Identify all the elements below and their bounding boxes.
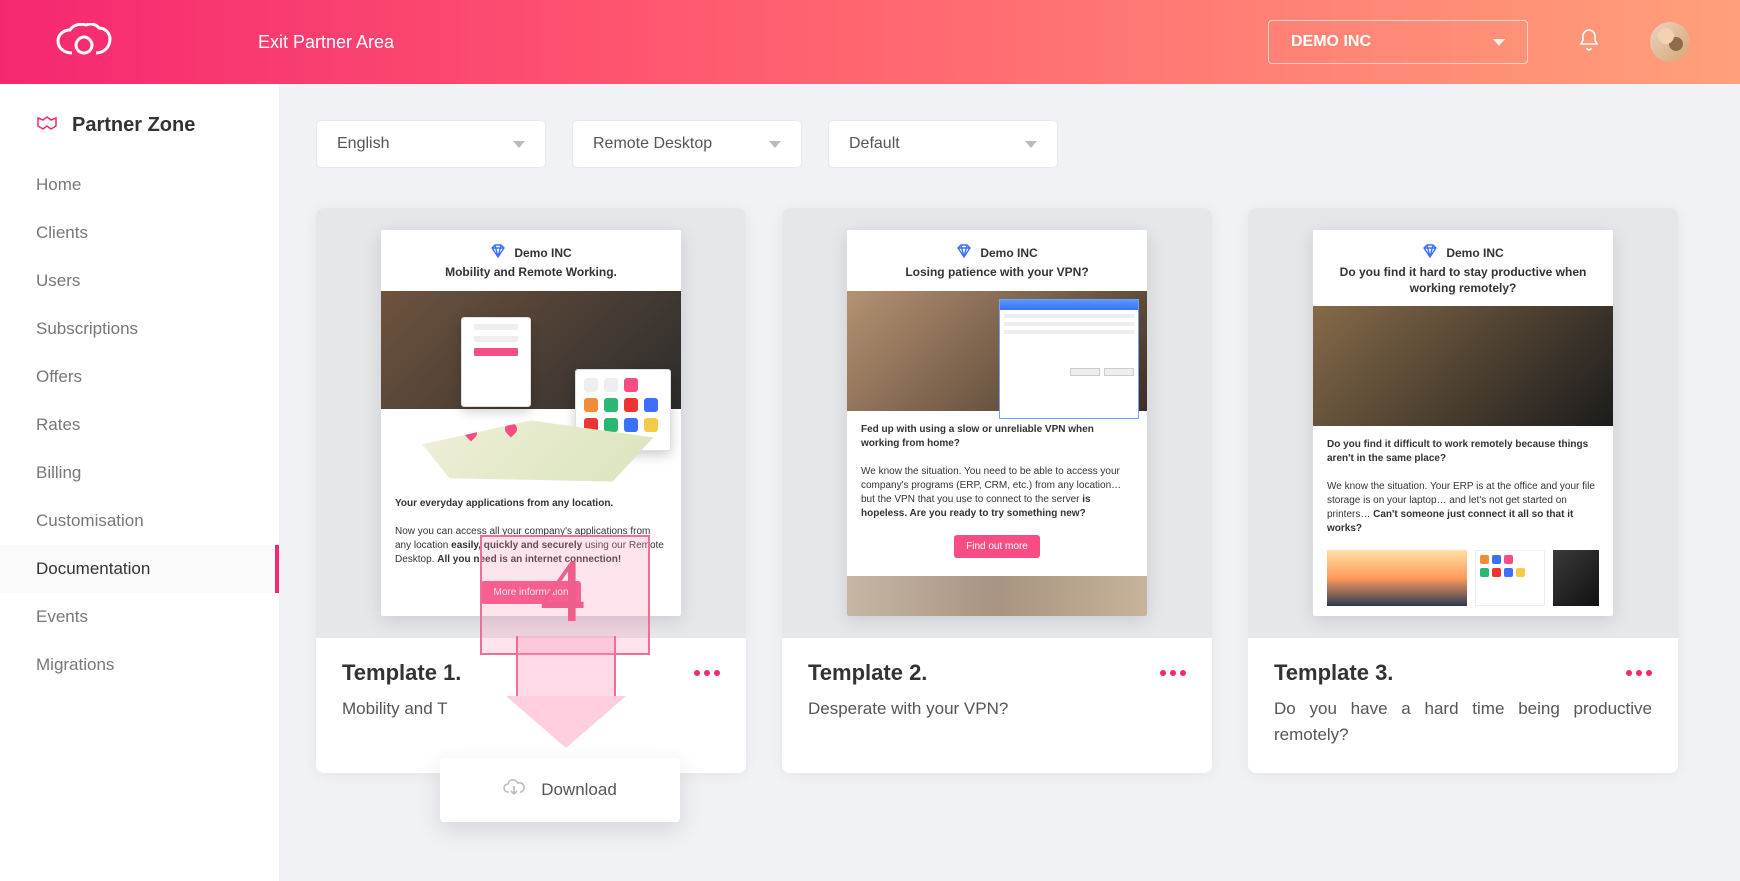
preview-headline: Mobility and Remote Working. — [429, 265, 633, 283]
filter-row: English Remote Desktop Default — [316, 120, 1704, 168]
diamond-icon — [490, 244, 506, 261]
preview-headline: Do you find it hard to stay productive w… — [1323, 265, 1603, 298]
product-dropdown-label: Remote Desktop — [593, 135, 712, 153]
sidebar-title-label: Partner Zone — [72, 114, 195, 137]
card-subtitle: Desperate with your VPN? — [808, 696, 1186, 722]
account-selector[interactable]: DEMO INC — [1268, 20, 1528, 64]
language-dropdown[interactable]: English — [316, 120, 546, 168]
preview-brand: Demo INC — [1446, 246, 1503, 260]
sidebar-item-home[interactable]: Home — [0, 161, 279, 209]
annotation-arrow-icon — [516, 636, 626, 748]
handshake-icon — [36, 114, 58, 137]
chevron-down-icon — [1025, 141, 1037, 148]
sidebar-title: Partner Zone — [0, 114, 279, 161]
sidebar-item-migrations[interactable]: Migrations — [0, 641, 279, 689]
chevron-down-icon — [513, 141, 525, 148]
sidebar-item-customisation[interactable]: Customisation — [0, 497, 279, 545]
diamond-icon — [956, 244, 972, 261]
download-menu-item[interactable]: Download — [440, 758, 680, 822]
chevron-down-icon — [769, 141, 781, 148]
card-menu-button[interactable] — [694, 670, 720, 676]
preview-secondary-image — [847, 576, 1147, 616]
card-title: Template 2. — [808, 660, 927, 686]
preview-secondary-image — [1553, 550, 1599, 606]
template-preview-body: Demo INC Do you find it hard to stay pro… — [1313, 230, 1613, 616]
logo-icon — [54, 23, 118, 61]
preview-login-panel — [461, 317, 531, 407]
card-title: Template 1. — [342, 660, 461, 686]
notifications-button[interactable] — [1578, 28, 1600, 57]
preview-body-title: Your everyday applications from any loca… — [395, 498, 613, 509]
sidebar: Partner Zone Home Clients Users Subscrip… — [0, 84, 280, 881]
preview-app-panel — [1475, 550, 1545, 606]
avatar[interactable] — [1650, 22, 1690, 62]
preview-brand: Demo INC — [980, 246, 1037, 260]
diamond-icon — [1422, 244, 1438, 261]
preview-sub-headline: Fed up with using a slow or unreliable V… — [861, 424, 1094, 449]
template-preview: Demo INC Do you find it hard to stay pro… — [1248, 208, 1678, 638]
preview-hero-image — [1313, 306, 1613, 426]
preview-brand: Demo INC — [514, 246, 571, 260]
sidebar-item-events[interactable]: Events — [0, 593, 279, 641]
preview-secondary-image — [1327, 550, 1467, 606]
chevron-down-icon — [1493, 39, 1505, 46]
header-right: DEMO INC — [1268, 20, 1690, 64]
preview-sub-headline: Do you find it difficult to work remotel… — [1327, 439, 1588, 464]
preview-cta-button: Find out more — [954, 535, 1040, 558]
download-menu-label: Download — [541, 780, 617, 800]
exit-partner-area-link[interactable]: Exit Partner Area — [258, 32, 394, 53]
card-title: Template 3. — [1274, 660, 1393, 686]
sidebar-item-billing[interactable]: Billing — [0, 449, 279, 497]
template-card: Demo INC Do you find it hard to stay pro… — [1248, 208, 1678, 773]
sidebar-item-documentation[interactable]: Documentation — [0, 545, 279, 593]
language-dropdown-label: English — [337, 135, 389, 153]
sidebar-item-users[interactable]: Users — [0, 257, 279, 305]
preview-hero-image — [847, 291, 1147, 411]
sidebar-item-subscriptions[interactable]: Subscriptions — [0, 305, 279, 353]
variant-dropdown-label: Default — [849, 135, 900, 153]
sidebar-item-offers[interactable]: Offers — [0, 353, 279, 401]
app-header: Exit Partner Area DEMO INC — [0, 0, 1740, 84]
template-card: Demo INC Losing patience with your VPN? … — [782, 208, 1212, 773]
template-preview-body: Demo INC Losing patience with your VPN? … — [847, 230, 1147, 616]
card-menu-button[interactable] — [1160, 670, 1186, 676]
variant-dropdown[interactable]: Default — [828, 120, 1058, 168]
annotation-step-number: 4 — [540, 540, 585, 643]
template-preview: Demo INC Losing patience with your VPN? … — [782, 208, 1212, 638]
card-menu-button[interactable] — [1626, 670, 1652, 676]
preview-headline: Losing patience with your VPN? — [889, 265, 1104, 283]
product-dropdown[interactable]: Remote Desktop — [572, 120, 802, 168]
card-subtitle: Do you have a hard time being productive… — [1274, 696, 1652, 747]
preview-vpn-error-dialog — [999, 299, 1139, 419]
preview-hero-image — [381, 291, 681, 409]
account-selector-label: DEMO INC — [1291, 33, 1371, 51]
sidebar-item-clients[interactable]: Clients — [0, 209, 279, 257]
sidebar-item-rates[interactable]: Rates — [0, 401, 279, 449]
header-left: Exit Partner Area — [54, 23, 394, 61]
cloud-download-icon — [503, 779, 525, 802]
